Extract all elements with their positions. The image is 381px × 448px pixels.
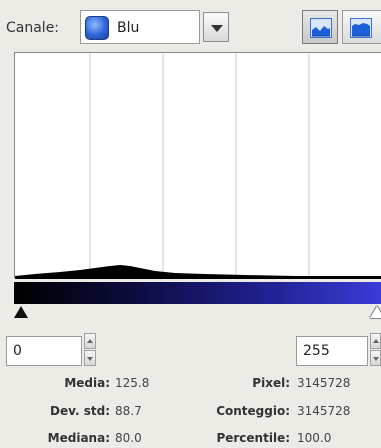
spin-up-icon[interactable]: [370, 333, 381, 349]
blue-channel-icon: [85, 16, 109, 40]
histogram-view[interactable]: [14, 52, 381, 279]
channel-value: Blu: [117, 20, 140, 36]
channel-dropdown-button[interactable]: [203, 12, 229, 42]
spin-down-icon[interactable]: [370, 350, 381, 366]
count-label: Conteggio:: [216, 404, 290, 418]
stddev-value: 88.7: [115, 404, 142, 418]
median-value: 80.0: [115, 431, 142, 445]
count-value: 3145728: [297, 404, 351, 418]
histogram-plot: [15, 53, 381, 279]
logarithmic-histogram-icon: [350, 18, 372, 38]
range-high-spinner[interactable]: [370, 333, 381, 367]
range-low-input[interactable]: 0: [6, 336, 82, 366]
range-low-spinner[interactable]: [84, 333, 96, 367]
channel-select[interactable]: Blu: [80, 10, 200, 44]
percentile-label: Percentile:: [216, 431, 290, 445]
logarithmic-histogram-button[interactable]: [342, 10, 381, 44]
high-range-handle[interactable]: [370, 306, 381, 318]
linear-histogram-icon: [310, 18, 332, 38]
range-slider[interactable]: [14, 305, 381, 323]
low-range-handle[interactable]: [14, 306, 28, 318]
spin-down-icon[interactable]: [84, 350, 96, 366]
pixels-label: Pixel:: [252, 376, 290, 390]
spin-up-icon[interactable]: [84, 333, 96, 349]
percentile-value: 100.0: [297, 431, 332, 445]
median-label: Mediana:: [47, 431, 110, 445]
mean-label: Media:: [64, 376, 110, 390]
linear-histogram-button[interactable]: [302, 10, 338, 44]
histogram-curve: [15, 265, 381, 279]
channel-label: Canale:: [6, 20, 60, 36]
stddev-label: Dev. std:: [50, 404, 110, 418]
channel-gradient-bar: [14, 282, 381, 304]
chevron-down-icon: [211, 25, 223, 32]
mean-value: 125.8: [115, 376, 150, 390]
pixels-value: 3145728: [297, 376, 351, 390]
range-high-input[interactable]: 255: [296, 336, 368, 366]
